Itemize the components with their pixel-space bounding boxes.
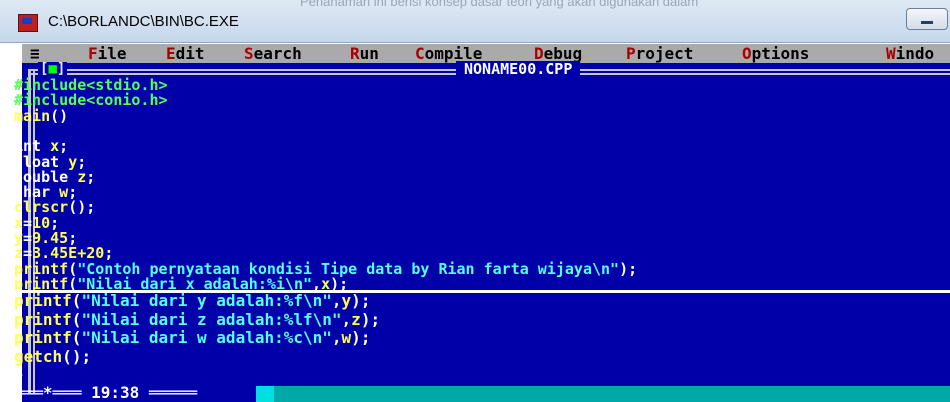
editor-file-name: NONAME00.CPP xyxy=(456,61,581,77)
screenshot-seam xyxy=(0,290,950,293)
close-icon: ■ xyxy=(48,61,57,77)
system-menu[interactable]: ≡ xyxy=(30,44,40,63)
editor-window[interactable]: [■] NONAME00.CPP xyxy=(22,61,950,402)
code-line: getch(); xyxy=(14,346,92,366)
menu-project[interactable]: Project xyxy=(626,44,693,63)
editor-close-button[interactable]: [■] xyxy=(38,61,68,77)
menu-options[interactable]: Options xyxy=(742,44,809,63)
menu-edit[interactable]: Edit xyxy=(166,44,205,63)
code-line: printf("Nilai dari z adalah:%lf\n",z); xyxy=(14,309,381,329)
minimize-button[interactable] xyxy=(906,8,948,30)
horizontal-scrollbar[interactable] xyxy=(256,386,950,402)
screenshot-left-edge xyxy=(0,293,12,402)
borland-app-icon xyxy=(18,14,38,32)
menu-file[interactable]: File xyxy=(88,44,127,63)
menu-run[interactable]: Run xyxy=(350,44,379,63)
menu-window[interactable]: Windo xyxy=(886,44,934,63)
editor-status-line: ═══*═══ 19:38 ═════ xyxy=(14,383,198,402)
code-line: printf("Nilai dari y adalah:%f\n",y); xyxy=(14,291,371,310)
background-document-text: Penanaman ini berisi konsep dasar teori … xyxy=(300,0,699,9)
code-line: } xyxy=(14,365,24,385)
menu-search[interactable]: Search xyxy=(244,44,302,63)
window-title: C:\BORLANDC\BIN\BC.EXE xyxy=(48,13,239,30)
window-titlebar[interactable]: Penanaman ini berisi konsep dasar teori … xyxy=(0,0,950,43)
code-line: printf("Nilai dari w adalah:%c\n",w); xyxy=(14,328,371,348)
minimize-icon xyxy=(921,21,933,24)
